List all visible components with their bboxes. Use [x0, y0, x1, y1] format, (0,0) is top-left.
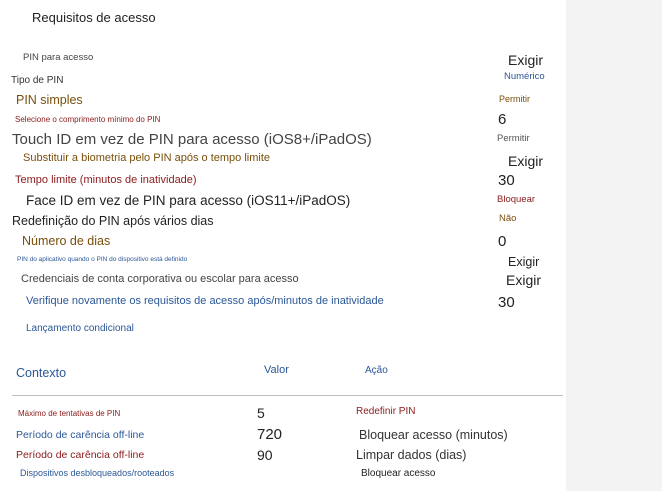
recheck-requirements-label: Verifique novamente os requisitos de ace… [26, 295, 384, 307]
simple-pin-value[interactable]: Permitir [499, 94, 530, 104]
touch-id-value[interactable]: Permitir [497, 133, 530, 145]
biometrics-timeout-label: Substituir a biometria pelo PIN após o t… [23, 152, 271, 164]
app-pin-device-pin-value[interactable]: Exigir [508, 255, 539, 269]
pin-access-value[interactable]: Exigir [508, 52, 543, 68]
table-row-action[interactable]: Bloquear acesso (minutos) [359, 428, 508, 442]
action-column-header: Ação [365, 365, 388, 376]
pin-access-label: PIN para acesso [23, 52, 94, 63]
pin-reset-label: Redefinição do PIN após vários dias [12, 214, 214, 228]
table-row-value[interactable]: 5 [257, 405, 265, 421]
face-id-label: Face ID em vez de PIN para acesso (iOS11… [26, 193, 351, 208]
pin-min-length-label: Selecione o comprimento mínimo do PIN [15, 115, 161, 124]
table-row-action[interactable]: Redefinir PIN [356, 406, 415, 418]
table-row-context: Máximo de tentativas de PIN [18, 409, 121, 418]
table-header-divider [12, 395, 563, 396]
table-row-action[interactable]: Limpar dados (dias) [356, 448, 466, 462]
recheck-requirements-value[interactable]: 30 [498, 294, 515, 311]
work-credentials-value[interactable]: Exigir [506, 272, 541, 288]
number-of-days-value[interactable]: 0 [498, 233, 506, 250]
pin-type-label: Tipo de PIN [11, 75, 64, 86]
conditional-launch-heading: Lançamento condicional [26, 323, 134, 334]
simple-pin-label: PIN simples [16, 93, 83, 107]
touch-id-label: Touch ID em vez de PIN para acesso (iOS8… [12, 131, 372, 148]
app-pin-device-pin-label: PIN do aplicativo quando o PIN do dispos… [17, 256, 188, 263]
timeout-value[interactable]: 30 [498, 172, 515, 189]
right-side-panel [566, 0, 662, 491]
number-of-days-label: Número de dias [22, 234, 111, 248]
page-title: Requisitos de acesso [32, 10, 156, 25]
table-row-value[interactable]: 90 [257, 447, 273, 463]
table-row-context: Período de carência off-line [16, 429, 145, 441]
value-column-header: Valor [264, 364, 289, 376]
context-column-header: Contexto [16, 366, 67, 380]
biometrics-timeout-value[interactable]: Exigir [508, 153, 543, 169]
pin-type-value[interactable]: Numérico [504, 71, 545, 83]
face-id-value[interactable]: Bloquear [497, 194, 535, 206]
pin-reset-value[interactable]: Não [499, 213, 516, 225]
pin-min-length-value[interactable]: 6 [498, 111, 506, 128]
timeout-label: Tempo limite (minutos de inatividade) [15, 174, 197, 186]
table-row-value[interactable]: 720 [257, 426, 282, 443]
table-row-action[interactable]: Bloquear acesso [361, 468, 436, 480]
table-row-context: Dispositivos desbloqueados/rooteados [20, 468, 175, 478]
table-row-context: Período de carência off-line [16, 449, 145, 461]
work-credentials-label: Credenciais de conta corporativa ou esco… [21, 273, 299, 285]
